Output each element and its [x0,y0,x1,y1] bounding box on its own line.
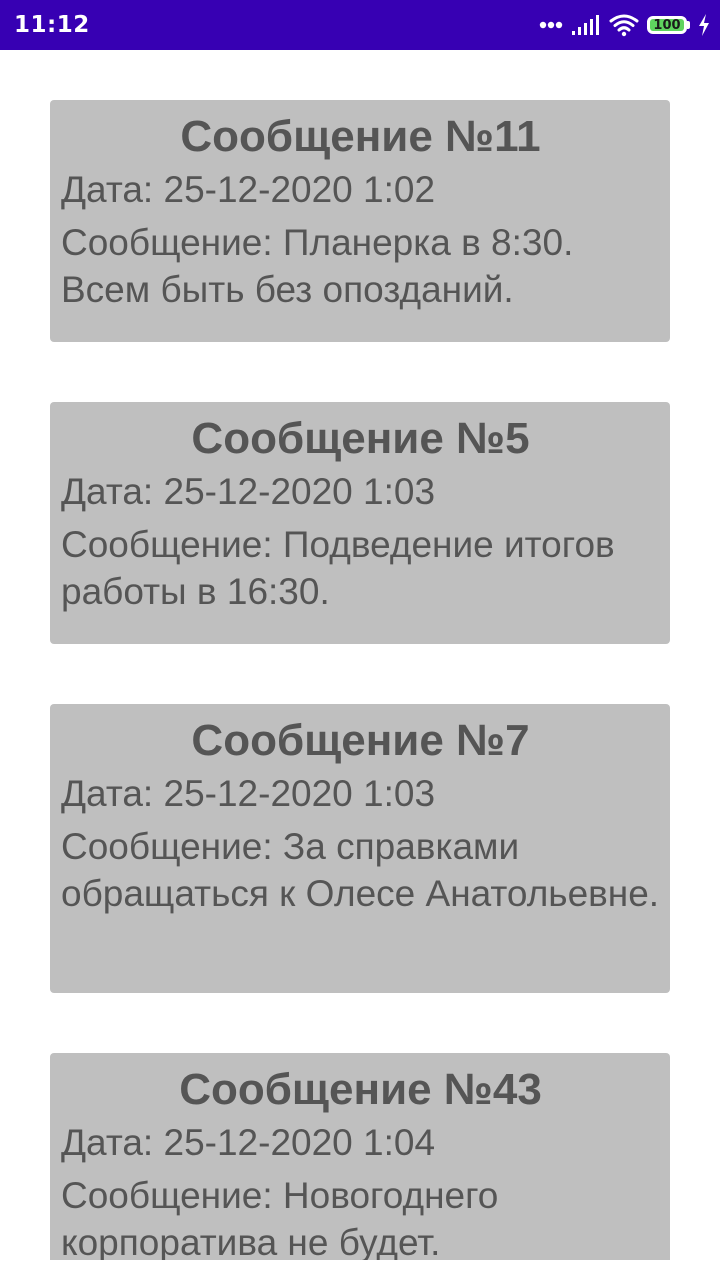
status-time: 11:12 [14,12,90,38]
message-text: Сообщение: Планерка в 8:30. Всем быть бе… [61,222,574,310]
message-date: Дата: 25-12-2020 1:04 [61,1122,436,1163]
message-card[interactable]: Сообщение №7 Дата: 25-12-2020 1:03 Сообщ… [50,704,670,993]
message-date: Дата: 25-12-2020 1:03 [61,471,436,512]
status-bar: 11:12 100 [0,0,720,50]
message-card[interactable]: Сообщение №11 Дата: 25-12-2020 1:02 Сооб… [50,100,670,342]
battery-icon: 100 [647,16,690,34]
message-text: Сообщение: Новогоднего корпоратива не бу… [61,1175,499,1260]
message-title: Сообщение №43 [179,1065,542,1114]
message-title: Сообщение №7 [191,716,530,765]
wifi-icon [609,14,639,37]
signal-icon [572,15,599,35]
charging-bolt-icon [699,14,709,36]
message-text: Сообщение: За справками обращаться к Оле… [61,826,660,914]
battery-level: 100 [653,17,681,33]
more-dots-icon [539,21,563,29]
message-list[interactable]: Сообщение №11 Дата: 25-12-2020 1:02 Сооб… [0,50,720,1260]
message-date: Дата: 25-12-2020 1:03 [61,773,436,814]
status-icons: 100 [539,13,710,37]
message-title: Сообщение №5 [191,414,530,463]
message-card[interactable]: Сообщение №43 Дата: 25-12-2020 1:04 Сооб… [50,1053,670,1260]
message-title: Сообщение №11 [180,112,541,161]
message-card[interactable]: Сообщение №5 Дата: 25-12-2020 1:03 Сообщ… [50,402,670,644]
message-date: Дата: 25-12-2020 1:02 [61,169,436,210]
message-text: Сообщение: Подведение итогов работы в 16… [61,524,615,612]
